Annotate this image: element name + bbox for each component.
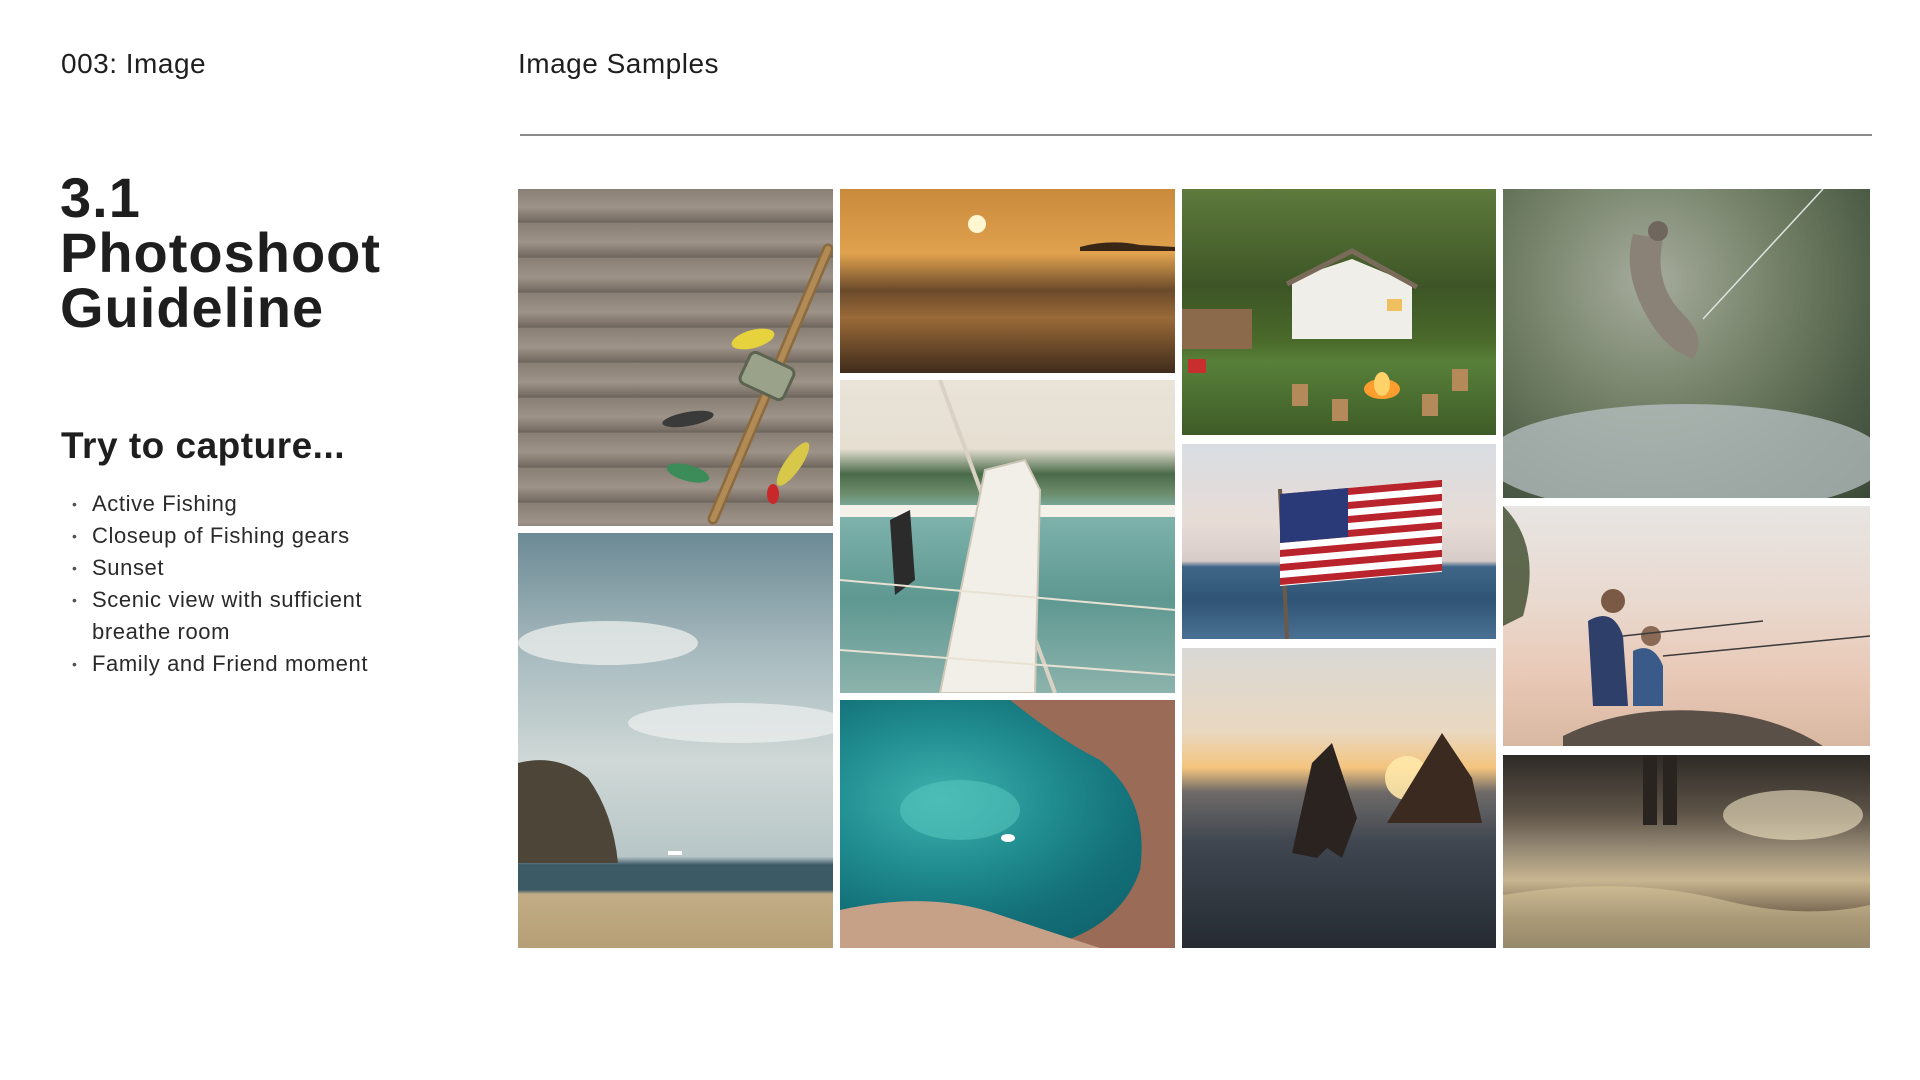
capture-subheading: Try to capture... [61,425,346,466]
photo-sea-stacks [1182,648,1496,948]
list-item: Sunset [72,552,432,584]
list-item: Closeup of Fishing gears [72,520,432,552]
guideline-title: 3.1 Photoshoot Guideline [60,166,460,339]
page-title: Image Samples [518,48,720,79]
capture-list: Active Fishing Closeup of Fishing gears … [72,488,432,680]
list-item: Family and Friend moment [72,648,432,680]
list-item: Scenic view with sufficient breathe room [72,584,432,648]
photo-leaping-fish [1503,189,1870,498]
photo-father-son-fishing [1503,506,1870,746]
guideline-title-line: Guideline [60,276,325,339]
header-divider [520,134,1872,136]
guideline-title-line: 3.1 [60,166,141,229]
section-label: 003: Image [61,48,207,79]
photo-american-flag [1182,444,1496,639]
list-item: Active Fishing [72,488,432,520]
photo-sea-sunset [840,189,1175,373]
guideline-title-line: Photoshoot [60,221,382,284]
photo-boat-railing [840,380,1175,693]
photo-cabin-campfire [1182,189,1496,435]
photo-beach-cove [518,533,833,948]
photo-fishing-gear [518,189,833,526]
photo-wading-shore [1503,755,1870,948]
photo-aerial-reef [840,700,1175,948]
